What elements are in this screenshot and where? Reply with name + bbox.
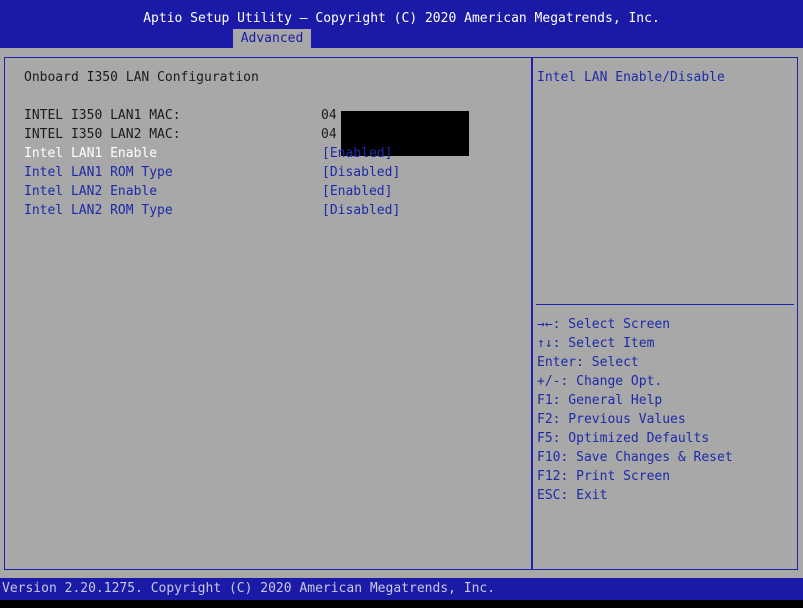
lan2-mac-value: 04 [321, 127, 337, 142]
setting-lan1-rom-type-value[interactable]: [Disabled] [322, 163, 400, 182]
key-help-f12: F12: Print Screen [537, 469, 671, 484]
lan2-mac-label: INTEL I350 LAN2 MAC: [24, 127, 181, 142]
key-help-change-opt: +/-: Change Opt. [537, 374, 663, 389]
item-help-text: Intel LAN Enable/Disable [537, 70, 725, 85]
section-title: Onboard I350 LAN Configuration [24, 70, 259, 85]
setting-lan1-enable-value[interactable]: [Enabled] [322, 144, 392, 163]
settings-panel: Onboard I350 LAN Configuration INTEL I35… [4, 57, 532, 570]
setting-lan2-rom-type-value[interactable]: [Disabled] [322, 201, 400, 220]
setting-lan2-enable-label[interactable]: Intel LAN2 Enable [24, 182, 157, 201]
tab-advanced[interactable]: Advanced [233, 29, 311, 48]
key-help-f10: F10: Save Changes & Reset [537, 450, 733, 465]
key-help-f5: F5: Optimized Defaults [537, 431, 710, 446]
key-help-f1: F1: General Help [537, 393, 663, 408]
setting-lan1-enable-label[interactable]: Intel LAN1 Enable [24, 144, 157, 163]
version-footer: Version 2.20.1275. Copyright (C) 2020 Am… [0, 578, 803, 600]
setting-lan2-enable-value[interactable]: [Enabled] [322, 182, 392, 201]
setting-lan1-rom-type-label[interactable]: Intel LAN1 ROM Type [24, 163, 173, 182]
main-area: Onboard I350 LAN Configuration INTEL I35… [0, 48, 803, 578]
key-help-select-screen: →←: Select Screen [537, 317, 671, 332]
key-help-f2: F2: Previous Values [537, 412, 686, 427]
key-help-enter: Enter: Select [537, 355, 639, 370]
key-help-select-item: ↑↓: Select Item [537, 336, 655, 351]
lan1-mac-label: INTEL I350 LAN1 MAC: [24, 108, 181, 123]
key-help-esc: ESC: Exit [537, 488, 608, 503]
version-text: Version 2.20.1275. Copyright (C) 2020 Am… [2, 581, 496, 596]
help-divider [536, 304, 794, 305]
utility-title: Aptio Setup Utility – Copyright (C) 2020… [143, 11, 660, 26]
help-panel: Intel LAN Enable/Disable →←: Select Scre… [532, 57, 798, 570]
lan1-mac-value: 04 [321, 108, 337, 123]
title-bar: Aptio Setup Utility – Copyright (C) 2020… [0, 0, 803, 48]
setting-lan2-rom-type-label[interactable]: Intel LAN2 ROM Type [24, 201, 173, 220]
